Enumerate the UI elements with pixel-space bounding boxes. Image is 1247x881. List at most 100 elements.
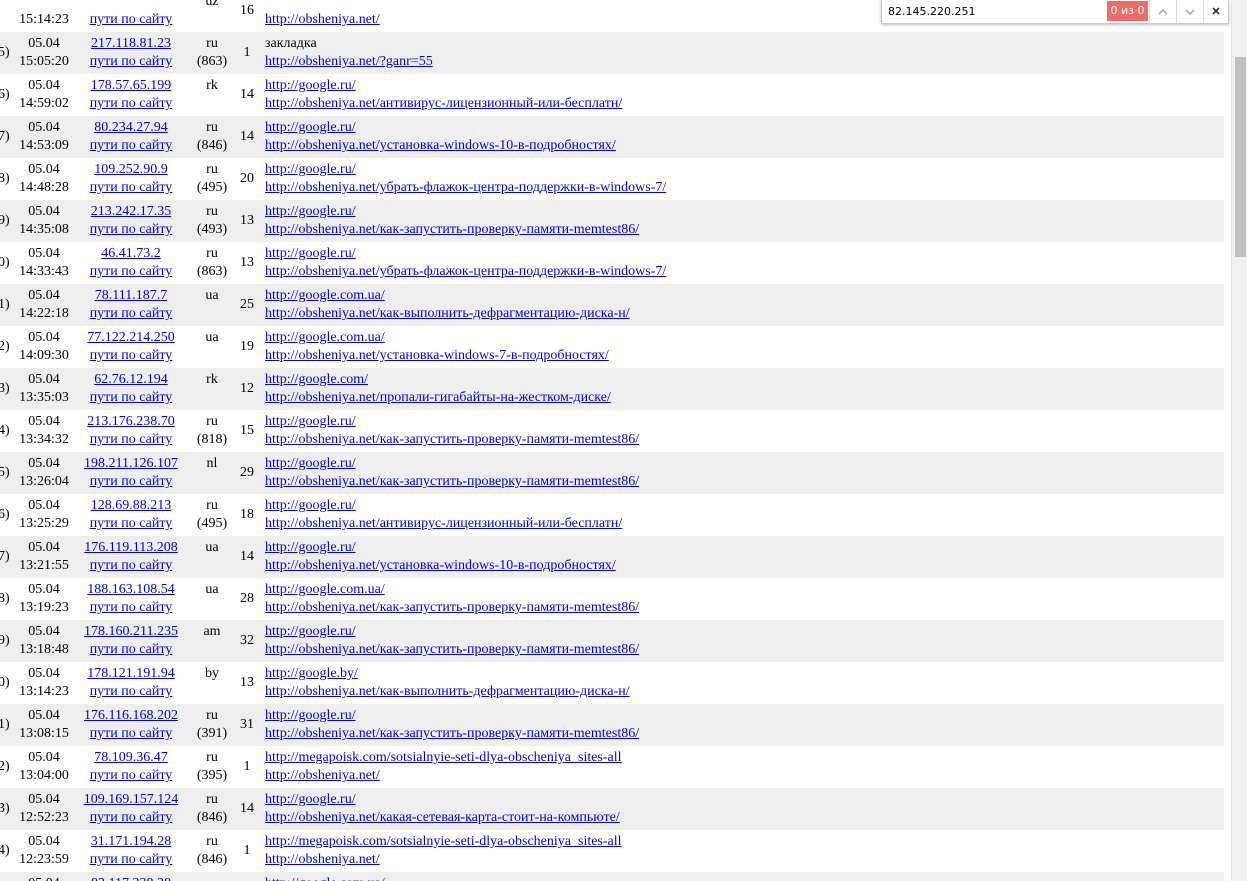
- visit-time: 13:34:32: [19, 432, 69, 447]
- visit-date: 05.04: [28, 624, 60, 639]
- ip-address-link[interactable]: 178.121.191.94: [76, 665, 186, 682]
- site-path-link[interactable]: пути по сайту: [76, 641, 186, 658]
- ip-address-link[interactable]: 78.109.36.47: [76, 749, 186, 766]
- site-path-link[interactable]: пути по сайту: [76, 515, 186, 532]
- page-url-link[interactable]: http://obsheniya.net/как-выполнить-дефра…: [265, 305, 630, 322]
- referrer-link[interactable]: http://megapoisk.com/sotsialnyie-seti-dl…: [265, 833, 622, 850]
- ip-address-link[interactable]: 82.117.238.38: [76, 875, 186, 881]
- table-row: 2) 05.04 13:04:00 78.109.36.47 пути по сайту…: [0, 746, 1224, 788]
- ip-address-link[interactable]: 213.176.238.70: [76, 413, 186, 430]
- site-path-link[interactable]: пути по сайту: [76, 809, 186, 826]
- ip-address-link[interactable]: 80.234.27.94: [76, 119, 186, 136]
- ip-address-link[interactable]: 176.116.168.202: [76, 707, 186, 724]
- site-path-link[interactable]: пути по сайту: [76, 179, 186, 196]
- ip-address-link[interactable]: 109.169.157.124: [76, 791, 186, 808]
- find-close-button[interactable]: [1203, 0, 1228, 23]
- site-path-link[interactable]: пути по сайту: [76, 725, 186, 742]
- scrollbar-thumb[interactable]: [1235, 57, 1246, 257]
- visit-count: 1: [243, 843, 251, 858]
- page-url-link[interactable]: http://obsheniya.net/?ganr=55: [265, 53, 433, 70]
- ip-address-link[interactable]: 178.57.65.199: [76, 77, 186, 94]
- visit-time: 15:05:20: [19, 54, 69, 69]
- page-url-link[interactable]: http://obsheniya.net/убрать-флажок-центр…: [265, 263, 666, 280]
- ip-address-link[interactable]: 109.252.90.9: [76, 161, 186, 178]
- page-url-link[interactable]: http://obsheniya.net/как-запустить-прове…: [265, 641, 639, 658]
- page-url-link[interactable]: http://obsheniya.net/установка-windows-1…: [265, 557, 616, 574]
- page-url-link[interactable]: http://obsheniya.net/убрать-флажок-центр…: [265, 179, 666, 196]
- vertical-scrollbar[interactable]: [1231, 0, 1247, 881]
- referrer-link[interactable]: http://google.com.ua/: [265, 581, 385, 598]
- referrer-link[interactable]: http://google.ru/: [265, 119, 356, 136]
- referrer-link[interactable]: http://google.com.ua/: [265, 287, 385, 304]
- referrer-link[interactable]: http://google.ru/: [265, 455, 356, 472]
- referrer-link[interactable]: http://google.ru/: [265, 791, 356, 808]
- page-url-link[interactable]: http://obsheniya.net/как-запустить-прове…: [265, 473, 639, 490]
- site-path-link[interactable]: пути по сайту: [76, 389, 186, 406]
- ip-address-link[interactable]: 188.163.108.54: [76, 581, 186, 598]
- page-url-link[interactable]: http://obsheniya.net/: [265, 851, 380, 868]
- referrer-link[interactable]: http://google.by/: [265, 665, 358, 682]
- ip-address-link[interactable]: 217.118.81.23: [76, 35, 186, 52]
- site-path-link[interactable]: пути по сайту: [76, 557, 186, 574]
- page-url-link[interactable]: http://obsheniya.net/как-запустить-прове…: [265, 725, 639, 742]
- table-row: 4) 05.04 13:34:32 213.176.238.70 пути по сай…: [0, 410, 1224, 452]
- site-path-link[interactable]: пути по сайту: [76, 347, 186, 364]
- page-url-link[interactable]: http://obsheniya.net/установка-windows-7…: [265, 347, 609, 364]
- site-path-link[interactable]: пути по сайту: [76, 473, 186, 490]
- ip-address-link[interactable]: 78.111.187.7: [76, 287, 186, 304]
- referrer-link[interactable]: http://google.ru/: [265, 539, 356, 556]
- ip-address-link[interactable]: 46.41.73.2: [76, 245, 186, 262]
- find-previous-button[interactable]: [1149, 0, 1176, 23]
- country-code: am: [203, 624, 221, 639]
- page-url-link[interactable]: http://obsheniya.net/как-запустить-прове…: [265, 221, 639, 238]
- table-row: 9) 05.04 14:35:08 213.242.17.35 пути по сайт…: [0, 200, 1224, 242]
- ip-address-link[interactable]: 213.242.17.35: [76, 203, 186, 220]
- page-url-link[interactable]: http://obsheniya.net/: [265, 11, 380, 28]
- referrer-link[interactable]: http://megapoisk.com/sotsialnyie-seti-dl…: [265, 749, 622, 766]
- page-url-link[interactable]: http://obsheniya.net/антивирус-лицензион…: [265, 95, 622, 112]
- page-url-link[interactable]: http://obsheniya.net/антивирус-лицензион…: [265, 515, 622, 532]
- site-path-link[interactable]: пути по сайту: [76, 95, 186, 112]
- referrer-link[interactable]: http://google.ru/: [265, 203, 356, 220]
- site-path-link[interactable]: пути по сайту: [76, 137, 186, 154]
- find-input[interactable]: [886, 2, 1102, 20]
- page-url-link[interactable]: http://obsheniya.net/установка-windows-1…: [265, 137, 616, 154]
- referrer-link[interactable]: http://google.ru/: [265, 707, 356, 724]
- referrer-link[interactable]: http://google.com.ua/: [265, 329, 385, 346]
- find-next-button[interactable]: [1176, 0, 1203, 23]
- site-path-link[interactable]: пути по сайту: [76, 851, 186, 868]
- referrer-link[interactable]: http://google.ru/: [265, 245, 356, 262]
- page-url-link[interactable]: http://obsheniya.net/как-запустить-прове…: [265, 599, 639, 616]
- ip-address-link[interactable]: 31.171.194.28: [76, 833, 186, 850]
- referrer-link[interactable]: http://google.ru/: [265, 623, 356, 640]
- page-url-link[interactable]: http://obsheniya.net/пропали-гигабайты-н…: [265, 389, 611, 406]
- site-path-link[interactable]: пути по сайту: [76, 53, 186, 70]
- referrer-link[interactable]: http://google.com.ua/: [265, 875, 385, 881]
- country-code: ua: [205, 330, 219, 345]
- referrer-link[interactable]: http://google.ru/: [265, 413, 356, 430]
- ip-address-link[interactable]: 77.122.214.250: [76, 329, 186, 346]
- ip-address-link[interactable]: 176.119.113.208: [76, 539, 186, 556]
- referrer-link[interactable]: http://google.ru/: [265, 77, 356, 94]
- site-path-link[interactable]: пути по сайту: [76, 305, 186, 322]
- referrer-link[interactable]: http://google.com/: [265, 371, 368, 388]
- site-path-link[interactable]: пути по сайту: [76, 431, 186, 448]
- site-path-link[interactable]: пути по сайту: [76, 767, 186, 784]
- site-path-link[interactable]: пути по сайту: [76, 221, 186, 238]
- page-url-link[interactable]: http://obsheniya.net/: [265, 767, 380, 784]
- referrer-link[interactable]: http://google.ru/: [265, 497, 356, 514]
- ip-address-link[interactable]: 198.211.126.107: [76, 455, 186, 472]
- ip-address-link[interactable]: 62.76.12.194: [76, 371, 186, 388]
- page-url-link[interactable]: http://obsheniya.net/как-выполнить-дефра…: [265, 683, 630, 700]
- site-path-link[interactable]: пути по сайту: [76, 11, 186, 28]
- page-url-link[interactable]: http://obsheniya.net/какая-сетевая-карта…: [265, 809, 620, 826]
- ip-address-link[interactable]: 128.69.88.213: [76, 497, 186, 514]
- site-path-link[interactable]: пути по сайту: [76, 599, 186, 616]
- ip-address-link[interactable]: 178.160.211.235: [76, 623, 186, 640]
- site-path-link[interactable]: пути по сайту: [76, 263, 186, 280]
- page-url-link[interactable]: http://obsheniya.net/как-запустить-прове…: [265, 431, 639, 448]
- visit-count: 25: [240, 297, 254, 312]
- table-row: 7) 05.04 13:21:55 176.119.113.208 пути по са…: [0, 536, 1224, 578]
- referrer-link[interactable]: http://google.ru/: [265, 161, 356, 178]
- site-path-link[interactable]: пути по сайту: [76, 683, 186, 700]
